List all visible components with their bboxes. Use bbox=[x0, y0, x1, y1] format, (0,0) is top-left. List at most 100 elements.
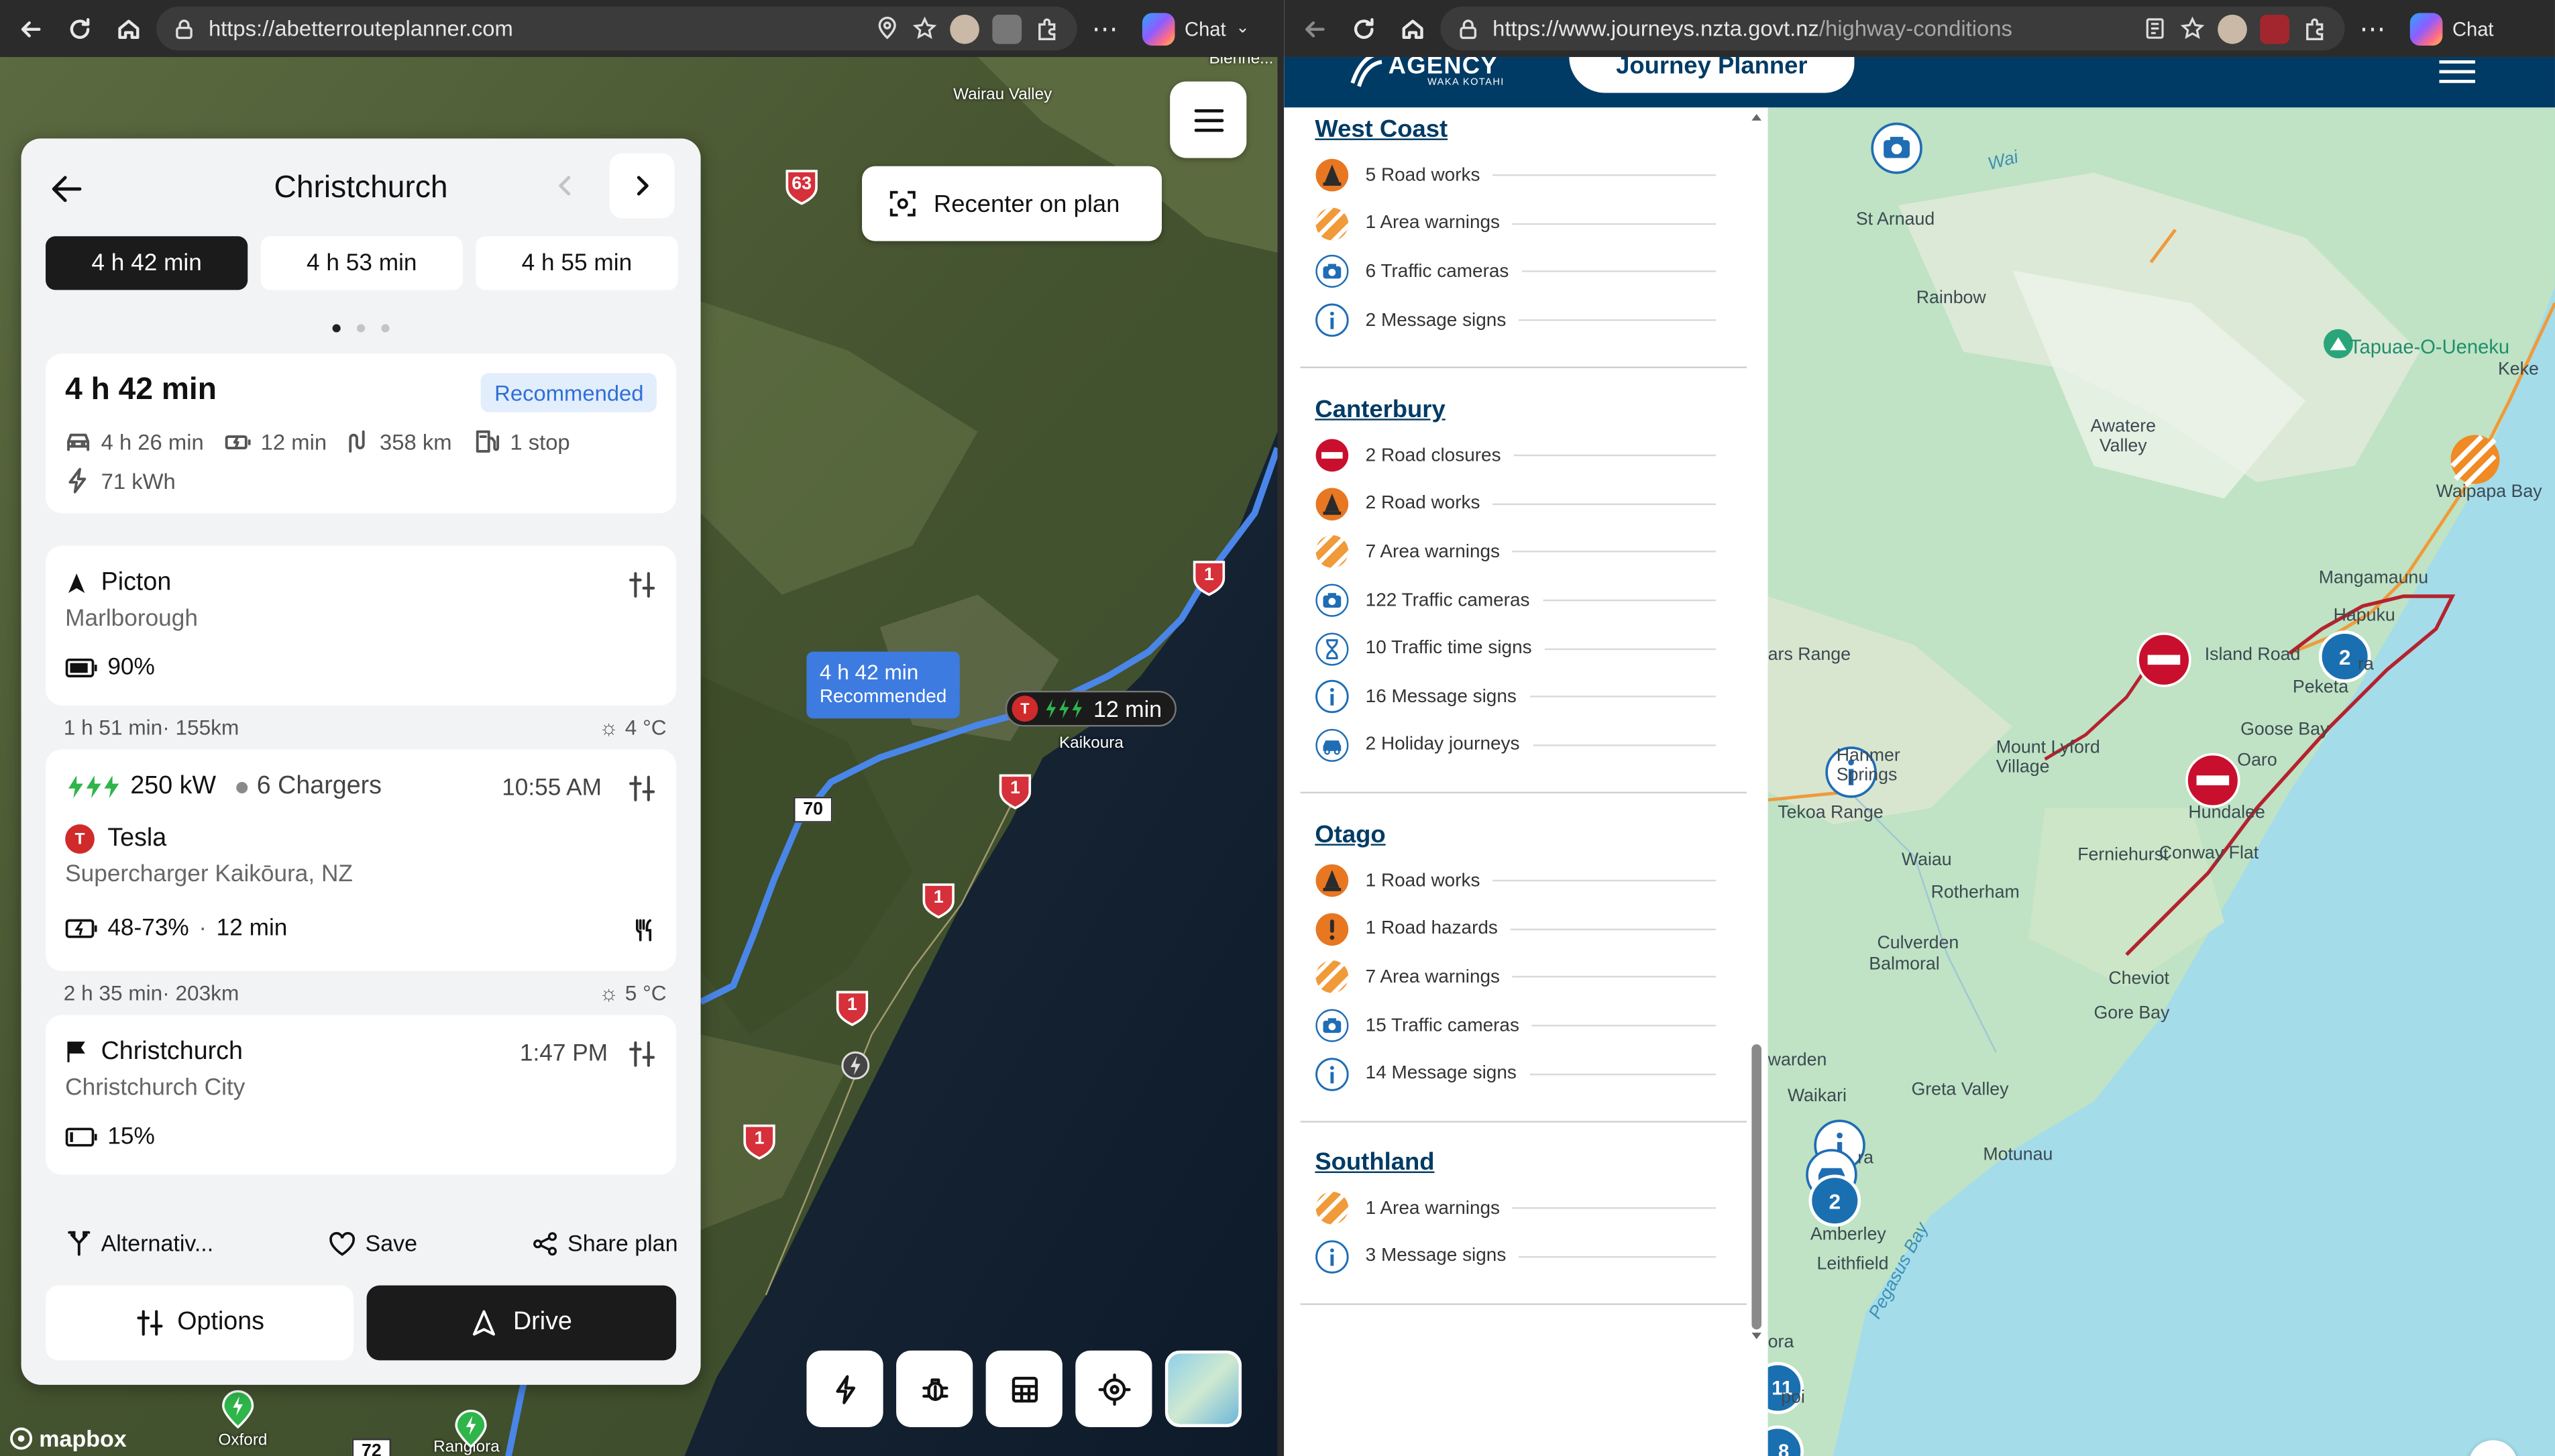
save-button[interactable]: Save bbox=[329, 1230, 417, 1256]
condition-item-road-works[interactable]: 1 Road works bbox=[1315, 857, 1745, 905]
condition-item-area-warning[interactable]: 1 Area warnings bbox=[1315, 200, 1745, 248]
share-plan-button[interactable]: Share plan bbox=[533, 1230, 678, 1256]
reload-button[interactable] bbox=[58, 7, 101, 50]
shield-extension-icon[interactable] bbox=[992, 13, 1022, 44]
more-menu-button[interactable]: ⋯ bbox=[1083, 7, 1126, 50]
address-bar[interactable]: https://www.journeys.nzta.govt.nz/highwa… bbox=[1440, 6, 2345, 51]
next-plan-button[interactable] bbox=[609, 153, 675, 219]
more-menu-button[interactable]: ⋯ bbox=[2351, 7, 2393, 50]
adjust-sliders-icon[interactable] bbox=[627, 1040, 657, 1069]
condition-item-camera[interactable]: 122 Traffic cameras bbox=[1315, 576, 1745, 624]
favorite-star-icon[interactable] bbox=[912, 16, 937, 40]
condition-item-road-works[interactable]: 2 Road works bbox=[1315, 480, 1745, 528]
alternatives-button[interactable]: Alternativ... bbox=[67, 1230, 213, 1256]
condition-item-info[interactable]: 2 Message signs bbox=[1315, 296, 1745, 345]
map-style-thumbnail[interactable] bbox=[1164, 1350, 1242, 1427]
calculator-button[interactable] bbox=[985, 1350, 1063, 1427]
favorite-star-icon[interactable] bbox=[2180, 16, 2205, 40]
previous-plan-button[interactable] bbox=[533, 153, 598, 218]
back-button[interactable] bbox=[1294, 7, 1336, 50]
condition-item-info[interactable]: 16 Message signs bbox=[1315, 673, 1745, 721]
chargers-layer-button[interactable] bbox=[806, 1350, 883, 1427]
highway-conditions-map[interactable]: 2 2 11 8 ⤢ St Arnaud Rainbow Tapuae-O-Ue… bbox=[1768, 107, 2555, 1456]
hamburger-icon[interactable] bbox=[2438, 60, 2477, 83]
window-divider[interactable] bbox=[1277, 0, 1285, 1456]
adjust-sliders-icon[interactable] bbox=[627, 774, 657, 803]
address-bar[interactable]: https://abetterrouteplanner.com bbox=[156, 6, 1077, 51]
reload-button[interactable] bbox=[1343, 7, 1385, 50]
condition-item-camera[interactable]: 6 Traffic cameras bbox=[1315, 248, 1745, 296]
condition-item-hourglass[interactable]: 10 Traffic time signs bbox=[1315, 624, 1745, 673]
journey-planner-tab[interactable]: Journey Planner bbox=[1569, 57, 1855, 93]
map-label-blenheim: Blenhe... bbox=[1209, 57, 1274, 69]
condition-item-area-warning[interactable]: 1 Area warnings bbox=[1315, 1184, 1745, 1233]
tab-route-3[interactable]: 4 h 55 min bbox=[476, 236, 678, 290]
route-summary-card[interactable]: 4 h 42 min Recommended 4 h 26 min 12 min… bbox=[46, 353, 677, 514]
map-menu-button[interactable] bbox=[1170, 81, 1247, 158]
road-closure-marker-icon[interactable] bbox=[2185, 752, 2241, 808]
lightning-icon bbox=[68, 467, 87, 494]
charger-stop-card[interactable]: 250 kW 6 Chargers 10:55 AM T Tesla Super… bbox=[46, 749, 677, 971]
back-button[interactable] bbox=[10, 7, 52, 50]
condition-item-road-closure[interactable]: 2 Road closures bbox=[1315, 432, 1745, 480]
condition-item-camera[interactable]: 15 Traffic cameras bbox=[1315, 1001, 1745, 1050]
region-name-link[interactable]: Canterbury bbox=[1315, 396, 1745, 431]
reader-view-icon[interactable] bbox=[2142, 16, 2167, 40]
region-name-link[interactable]: Otago bbox=[1315, 821, 1745, 856]
destination-name: Christchurch bbox=[65, 1038, 243, 1067]
road-closure-marker-icon[interactable] bbox=[2136, 632, 2192, 688]
tab-route-2[interactable]: 4 h 53 min bbox=[260, 236, 463, 290]
region-name-link[interactable]: West Coast bbox=[1315, 115, 1745, 151]
condition-item-info[interactable]: 14 Message signs bbox=[1315, 1050, 1745, 1098]
extension-avatar-icon[interactable] bbox=[2218, 13, 2247, 44]
puzzle-extensions-icon[interactable] bbox=[2302, 15, 2328, 42]
debug-button[interactable] bbox=[896, 1350, 973, 1427]
recenter-on-plan-button[interactable]: Recenter on plan bbox=[862, 166, 1162, 241]
summary-distance: 358 km bbox=[344, 429, 452, 455]
region-name-link[interactable]: Southland bbox=[1315, 1149, 1745, 1184]
my-location-button[interactable] bbox=[1075, 1350, 1152, 1427]
page-dot[interactable] bbox=[356, 324, 366, 333]
page-dot[interactable] bbox=[332, 324, 341, 333]
route-map[interactable]: Wairau Valley Kaikoura Oxford Rangiora B… bbox=[0, 57, 1278, 1456]
adjust-sliders-icon bbox=[136, 1310, 163, 1336]
options-button[interactable]: Options bbox=[46, 1285, 354, 1361]
destination-stop-card[interactable]: Christchurch 1:47 PM Christchurch City 1… bbox=[46, 1015, 677, 1175]
condition-item-info[interactable]: 3 Message signs bbox=[1315, 1233, 1745, 1281]
shield-extension-icon[interactable] bbox=[2260, 13, 2290, 44]
home-button[interactable] bbox=[1392, 7, 1434, 50]
mapbox-attribution[interactable]: mapbox bbox=[10, 1426, 127, 1451]
agency-name: AGENCY bbox=[1388, 57, 1498, 80]
copilot-chat-button[interactable]: Chat bbox=[2400, 7, 2503, 51]
map-label: Rotherham bbox=[1931, 883, 2020, 903]
copilot-chat-button[interactable]: Chat ⌄ bbox=[1132, 7, 1259, 51]
charger-pin-icon[interactable] bbox=[220, 1390, 256, 1429]
puzzle-extensions-icon[interactable] bbox=[1035, 15, 1061, 42]
list-scrollbar[interactable] bbox=[1745, 107, 1768, 1345]
route-time-callout[interactable]: 4 h 42 min Recommended bbox=[806, 651, 960, 719]
drive-button[interactable]: Drive bbox=[366, 1285, 677, 1361]
left-browser-window: https://abetterrouteplanner.com ⋯ Chat ⌄ bbox=[0, 0, 1278, 1456]
location-icon[interactable] bbox=[875, 16, 899, 40]
condition-item-label: 122 Traffic cameras bbox=[1365, 590, 1530, 610]
charge-stop-pill[interactable]: T 12 min bbox=[1005, 690, 1177, 727]
condition-item-area-warning[interactable]: 7 Area warnings bbox=[1315, 528, 1745, 577]
charger-marker-icon[interactable] bbox=[840, 1051, 870, 1080]
traffic-camera-marker-icon[interactable] bbox=[1869, 121, 1924, 176]
page-dot[interactable] bbox=[381, 324, 390, 333]
condition-item-road-works[interactable]: 5 Road works bbox=[1315, 152, 1745, 200]
adjust-sliders-icon[interactable] bbox=[627, 570, 657, 600]
region-separator bbox=[1300, 792, 1747, 794]
condition-item-area-warning[interactable]: 7 Area warnings bbox=[1315, 954, 1745, 1002]
extension-avatar-icon[interactable] bbox=[950, 13, 979, 44]
map-label: Waikari bbox=[1787, 1086, 1847, 1107]
charger-pin-icon[interactable] bbox=[453, 1409, 488, 1449]
charge-speed-bolts-icon bbox=[1046, 699, 1082, 719]
region-canterbury: Canterbury 2 Road closures 2 Road works 7 A… bbox=[1315, 396, 1745, 769]
marker-cluster[interactable]: 2 bbox=[1808, 1174, 1861, 1227]
condition-item-hazard[interactable]: 1 Road hazards bbox=[1315, 905, 1745, 954]
home-button[interactable] bbox=[107, 7, 150, 50]
condition-item-car[interactable]: 2 Holiday journeys bbox=[1315, 721, 1745, 769]
origin-stop-card[interactable]: Picton Marlborough 90% bbox=[46, 545, 677, 706]
tab-route-1[interactable]: 4 h 42 min bbox=[46, 236, 248, 290]
